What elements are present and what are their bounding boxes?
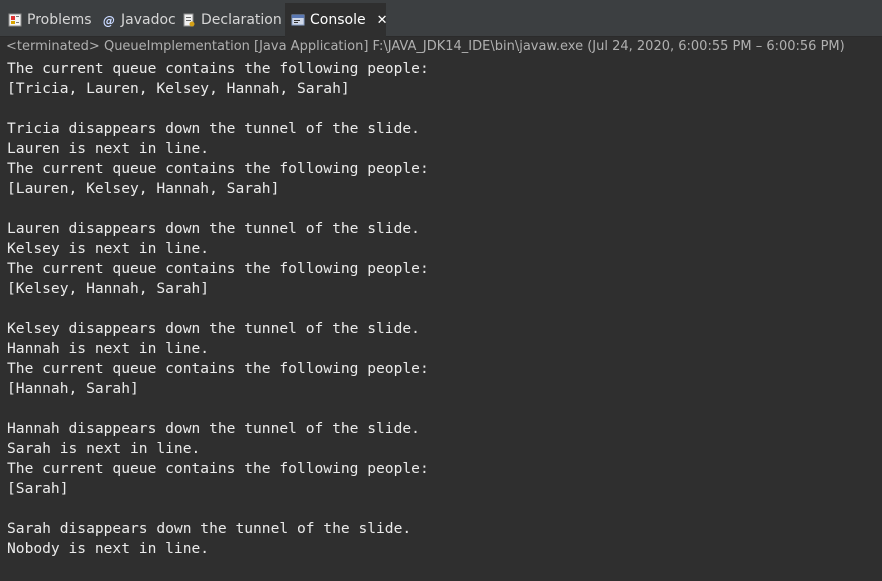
- tab-console[interactable]: Console ✕: [285, 3, 388, 37]
- console-line: Sarah disappears down the tunnel of the …: [7, 520, 412, 537]
- console-icon: [291, 13, 305, 27]
- close-icon[interactable]: ✕: [377, 13, 388, 28]
- console-line: The current queue contains the following…: [7, 460, 429, 477]
- console-line: Hannah is next in line.: [7, 340, 210, 357]
- console-line: The current queue contains the following…: [7, 60, 429, 77]
- console-line: Lauren is next in line.: [7, 140, 210, 157]
- tab-problems[interactable]: Problems: [2, 3, 98, 37]
- declaration-icon: [182, 13, 196, 27]
- javadoc-icon: @: [102, 13, 116, 28]
- console-line: [Lauren, Kelsey, Hannah, Sarah]: [7, 180, 280, 197]
- tab-declaration[interactable]: Declaration: [176, 3, 288, 37]
- console-line: [Hannah, Sarah]: [7, 380, 139, 397]
- view-tab-bar: Problems @ Javadoc Declaration Console ✕: [0, 0, 882, 37]
- console-line: The current queue contains the following…: [7, 360, 429, 377]
- console-line: Nobody is next in line.: [7, 540, 210, 557]
- console-line: Hannah disappears down the tunnel of the…: [7, 420, 420, 437]
- process-status-label: <terminated> QueueImplementation [Java A…: [0, 37, 882, 59]
- tab-label: Problems: [27, 12, 92, 28]
- console-line: The current queue contains the following…: [7, 160, 429, 177]
- console-line: Tricia disappears down the tunnel of the…: [7, 120, 420, 137]
- console-line: [Tricia, Lauren, Kelsey, Hannah, Sarah]: [7, 80, 350, 97]
- svg-text:@: @: [103, 14, 115, 27]
- console-line: [Kelsey, Hannah, Sarah]: [7, 280, 210, 297]
- problems-icon: [8, 13, 22, 27]
- tab-label: Declaration: [201, 12, 282, 28]
- tab-label: Console: [310, 12, 366, 28]
- console-view: Problems @ Javadoc Declaration Console ✕…: [0, 0, 882, 581]
- console-line: Kelsey disappears down the tunnel of the…: [7, 320, 420, 337]
- console-line: [Sarah]: [7, 480, 69, 497]
- console-line: Lauren disappears down the tunnel of the…: [7, 220, 420, 237]
- tab-javadoc[interactable]: @ Javadoc: [96, 3, 182, 37]
- console-line: Kelsey is next in line.: [7, 240, 210, 257]
- tab-label: Javadoc: [121, 12, 176, 28]
- console-output[interactable]: The current queue contains the following…: [0, 58, 882, 581]
- console-line: Sarah is next in line.: [7, 440, 201, 457]
- console-line: The current queue contains the following…: [7, 260, 429, 277]
